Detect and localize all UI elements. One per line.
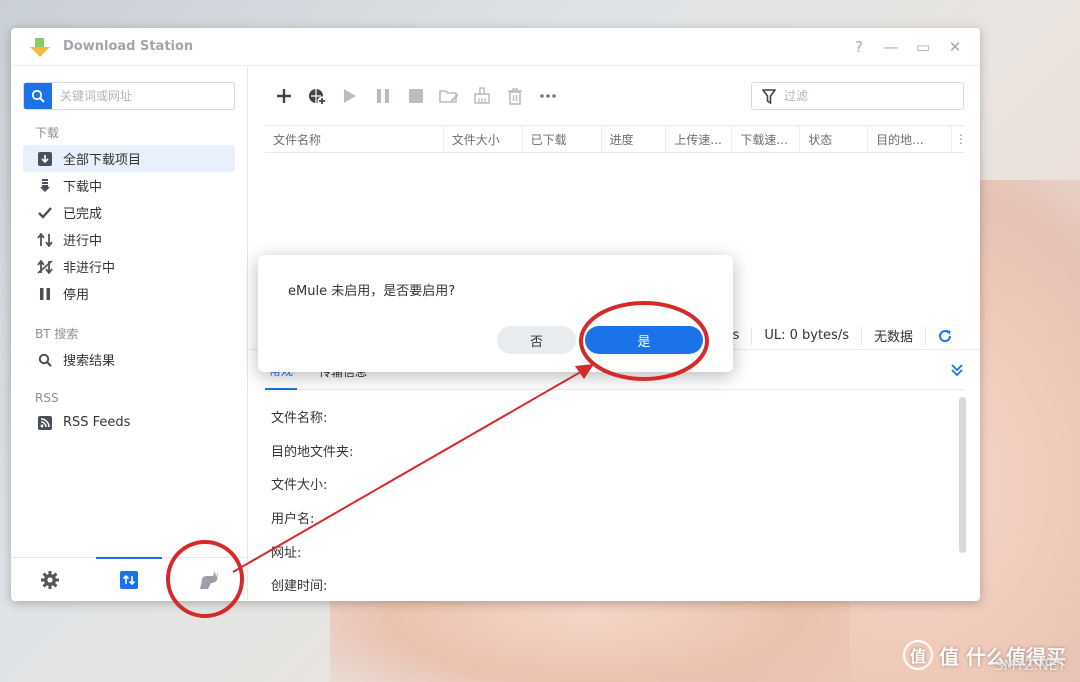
search-icon — [31, 89, 45, 103]
sidebar: 下载 全部下载项目下载中已完成进行中非进行中停用 BT 搜索 搜索结果 RSS … — [11, 67, 248, 601]
pause-icon — [377, 89, 389, 103]
sidebar-item-label: 下载中 — [63, 180, 103, 195]
sidebar-item[interactable]: 搜索结果 — [23, 346, 235, 373]
column-header[interactable]: 上传速... — [666, 126, 733, 152]
section-heading-download: 下载 — [35, 126, 60, 140]
play-icon — [344, 89, 356, 103]
downloading-icon — [37, 178, 53, 193]
search-box — [23, 82, 235, 110]
gear-icon — [41, 570, 60, 589]
column-header[interactable]: 下载速... — [732, 126, 801, 152]
pause-button[interactable] — [370, 83, 396, 109]
clear-completed-button[interactable] — [469, 83, 495, 109]
sidebar-item-label: RSS Feeds — [63, 415, 131, 430]
plus-icon — [277, 89, 291, 103]
sidebar-item[interactable]: 停用 — [23, 280, 235, 307]
sidebar-item[interactable]: 非进行中 — [23, 253, 235, 280]
column-header[interactable]: 已下载 — [523, 126, 602, 152]
add-url-button[interactable] — [304, 83, 330, 109]
bt-transfer-tab[interactable] — [90, 557, 169, 601]
delete-button[interactable] — [502, 83, 528, 109]
detail-scrollbar[interactable] — [959, 397, 966, 553]
filter-box — [751, 82, 964, 110]
search-icon — [37, 353, 53, 367]
check-icon — [37, 206, 53, 219]
detail-field-label: 用户名: — [271, 512, 315, 528]
watermark-logo-icon: 值 — [903, 640, 934, 670]
column-menu-icon[interactable]: ⋮ — [952, 126, 964, 152]
detail-field-label: 网址: — [271, 545, 302, 561]
download-station-logo-icon — [29, 36, 51, 58]
settings-tab[interactable] — [11, 558, 90, 601]
resume-button[interactable] — [337, 83, 363, 109]
inactive-icon — [37, 259, 53, 274]
sidebar-item-label: 已完成 — [63, 207, 103, 222]
stop-icon — [409, 89, 423, 103]
emule-donkey-icon — [199, 570, 218, 589]
collapse-chevron-icon[interactable] — [950, 363, 964, 381]
more-button[interactable] — [535, 83, 561, 109]
sidebar-item-label: 进行中 — [63, 234, 103, 249]
sidebar-item[interactable]: RSS Feeds — [23, 409, 235, 436]
folder-edit-icon — [439, 90, 459, 103]
close-icon[interactable]: ✕ — [942, 38, 968, 56]
search-button[interactable] — [24, 83, 52, 109]
window-controls: ? — ▭ ✕ — [846, 38, 980, 56]
stop-button[interactable] — [403, 83, 429, 109]
trash-icon — [508, 88, 522, 105]
section-heading-rss: RSS — [35, 391, 59, 405]
add-button[interactable] — [271, 83, 297, 109]
sidebar-item-label: 全部下载项目 — [63, 153, 142, 168]
column-header[interactable]: 状态 — [800, 126, 869, 152]
detail-field-label: 文件名称: — [271, 411, 328, 427]
column-header[interactable]: 目的地... — [868, 126, 953, 152]
upload-speed: UL: 0 bytes/s — [751, 326, 861, 345]
detail-field-label: 文件大小: — [271, 478, 328, 494]
sidebar-item-label: 搜索结果 — [63, 354, 116, 369]
sidebar-footer — [11, 557, 247, 601]
globe-plus-icon — [309, 89, 327, 106]
sidebar-item-label: 停用 — [63, 288, 90, 303]
maximize-icon[interactable]: ▭ — [910, 38, 936, 56]
filter-input[interactable] — [784, 89, 954, 103]
emule-tab[interactable] — [168, 558, 247, 601]
no-button[interactable]: 否 — [497, 326, 576, 354]
sidebar-item[interactable]: 下载中 — [23, 172, 235, 199]
watermark-site: SMYZ.NET — [994, 658, 1066, 674]
watermark: 值 值 什么值得买 SMYZ.NET — [903, 640, 1066, 674]
download-box-icon — [37, 151, 53, 166]
column-header[interactable]: 文件大小 — [444, 126, 523, 152]
transfer-arrows-icon — [37, 232, 53, 247]
refresh-button[interactable] — [925, 326, 964, 345]
dialog-message: eMule 未启用，是否要启用? — [288, 284, 456, 299]
refresh-icon — [939, 329, 952, 342]
no-data-status: 无数据 — [860, 326, 925, 345]
transfer-app-icon — [120, 570, 138, 589]
toolbar — [249, 67, 980, 125]
sidebar-item[interactable]: 已完成 — [23, 199, 235, 226]
download-table-header: 文件名称 文件大小 已下载 进度 上传速... 下载速... 状态 目的地...… — [265, 125, 964, 153]
title-bar: Download Station ? — ▭ ✕ — [11, 28, 980, 66]
detail-field-label: 目的地文件夹: — [271, 444, 354, 460]
detail-field-label: 创建时间: — [271, 579, 328, 595]
broom-icon — [474, 87, 490, 104]
filter-funnel-icon[interactable] — [762, 88, 776, 104]
section-heading-bt-search: BT 搜索 — [35, 327, 79, 341]
sidebar-item-label: 非进行中 — [63, 261, 116, 276]
detail-field-list: 文件名称: 目的地文件夹: 文件大小: 用户名: 网址: 创建时间: — [271, 400, 353, 601]
pause-icon — [37, 287, 53, 301]
more-dots-icon — [540, 94, 556, 98]
sidebar-item[interactable]: 进行中 — [23, 226, 235, 253]
sidebar-item[interactable]: 全部下载项目 — [23, 145, 235, 172]
column-header[interactable]: 进度 — [602, 126, 667, 152]
window-title: Download Station — [63, 39, 194, 54]
minimize-icon[interactable]: — — [878, 38, 904, 56]
edit-destination-button[interactable] — [436, 83, 462, 109]
emule-enable-dialog: eMule 未启用，是否要启用? 否 是 — [258, 255, 733, 372]
column-header[interactable]: 文件名称 — [265, 126, 444, 152]
help-icon[interactable]: ? — [846, 38, 872, 56]
rss-icon — [37, 415, 53, 430]
search-input[interactable] — [52, 89, 222, 103]
yes-button[interactable]: 是 — [585, 326, 703, 354]
